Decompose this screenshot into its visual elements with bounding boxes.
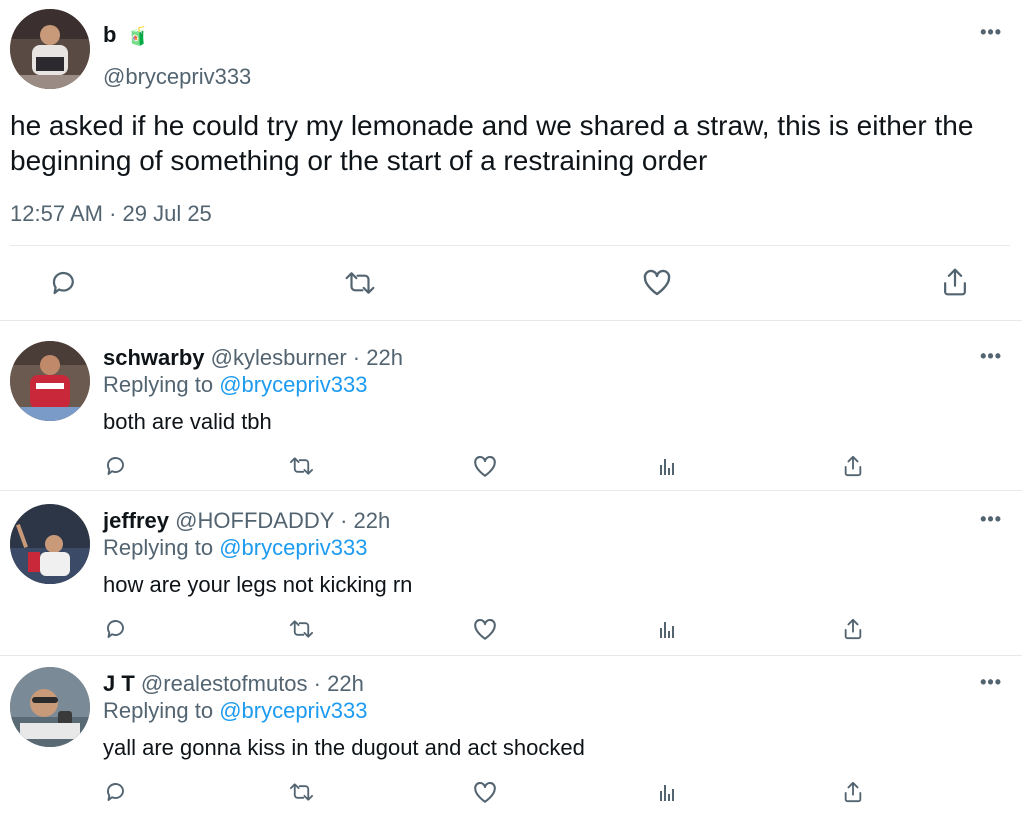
retweet-icon	[289, 783, 313, 801]
views-icon	[660, 622, 674, 638]
share-button[interactable]	[839, 451, 867, 481]
share-icon	[844, 618, 862, 640]
replying-to-link[interactable]: @brycepriv333	[219, 372, 367, 397]
retweet-icon	[345, 272, 375, 294]
user-handle[interactable]: @kylesburner	[211, 345, 347, 370]
user-handle[interactable]: @HOFFDADDY	[175, 508, 334, 533]
retweet-button[interactable]	[285, 452, 317, 480]
timestamp[interactable]: 12:57 AM · 29 Jul 25	[10, 201, 212, 227]
reply-button[interactable]	[102, 615, 130, 643]
views-button[interactable]	[655, 453, 681, 479]
reply-tweet[interactable]: jeffrey @HOFFDADDY · 22h ••• Replying to…	[0, 491, 1022, 656]
display-name[interactable]: schwarby	[103, 345, 205, 370]
like-button[interactable]	[470, 615, 500, 643]
reply-text: how are your legs not kicking rn	[103, 572, 413, 597]
views-icon	[660, 785, 674, 801]
main-tweet: b 🧃 @brycepriv333 ••• he asked if he cou…	[0, 0, 1022, 322]
tweet-text: he asked if he could try my lemonade and…	[10, 110, 974, 176]
avatar[interactable]	[10, 9, 90, 89]
like-button[interactable]	[638, 265, 676, 299]
avatar[interactable]	[10, 341, 90, 421]
replying-to-link[interactable]: @brycepriv333	[219, 535, 367, 560]
replying-to: Replying to @brycepriv333	[103, 698, 368, 723]
more-options-icon[interactable]: •••	[980, 346, 1002, 367]
reply-icon	[107, 620, 124, 638]
display-name[interactable]: jeffrey	[103, 508, 169, 533]
display-name[interactable]: b 🧃	[103, 22, 149, 48]
reply-text: yall are gonna kiss in the dugout and ac…	[103, 735, 585, 760]
reply-button[interactable]	[102, 778, 130, 806]
like-button[interactable]	[470, 452, 500, 480]
reply-text: both are valid tbh	[103, 409, 272, 434]
reply-header: J T @realestofmutos · 22h	[103, 671, 364, 697]
reply-time: · 22h	[307, 671, 364, 696]
row-divider	[0, 320, 1022, 321]
reply-time: · 22h	[346, 345, 403, 370]
reply-tweet[interactable]: J T @realestofmutos · 22h ••• Replying t…	[0, 656, 1022, 820]
replying-to: Replying to @brycepriv333	[103, 535, 368, 560]
reply-header: jeffrey @HOFFDADDY · 22h	[103, 508, 390, 534]
views-button[interactable]	[655, 779, 681, 805]
reply-icon	[107, 457, 124, 475]
reply-button[interactable]	[46, 266, 82, 300]
share-button[interactable]	[936, 264, 974, 300]
user-handle[interactable]: @brycepriv333	[103, 64, 251, 90]
retweet-icon	[289, 620, 313, 638]
replying-to-link[interactable]: @brycepriv333	[219, 698, 367, 723]
like-button[interactable]	[470, 778, 500, 806]
reply-icon	[107, 783, 124, 801]
like-icon	[474, 455, 496, 477]
reply-tweet[interactable]: schwarby @kylesburner · 22h ••• Replying…	[0, 322, 1022, 491]
more-options-icon[interactable]: •••	[980, 672, 1002, 693]
retweet-button[interactable]	[285, 615, 317, 643]
share-icon	[844, 455, 862, 477]
reply-icon	[52, 271, 74, 295]
juice-box-icon: 🧃	[126, 26, 149, 46]
views-button[interactable]	[655, 616, 681, 642]
share-button[interactable]	[839, 777, 867, 807]
like-icon	[643, 269, 671, 296]
replying-to: Replying to @brycepriv333	[103, 372, 368, 397]
share-button[interactable]	[839, 614, 867, 644]
avatar[interactable]	[10, 667, 90, 747]
reply-button[interactable]	[102, 452, 130, 480]
like-icon	[474, 781, 496, 803]
display-name[interactable]: J T	[103, 671, 135, 696]
views-icon	[660, 459, 674, 475]
share-icon	[844, 781, 862, 803]
retweet-icon	[289, 457, 313, 475]
user-handle[interactable]: @realestofmutos	[141, 671, 308, 696]
reply-time: · 22h	[334, 508, 391, 533]
retweet-button[interactable]	[340, 266, 380, 300]
retweet-button[interactable]	[285, 778, 317, 806]
share-icon	[944, 268, 966, 296]
like-icon	[474, 618, 496, 640]
divider	[10, 245, 1010, 246]
more-options-icon[interactable]: •••	[980, 509, 1002, 530]
reply-header: schwarby @kylesburner · 22h	[103, 345, 403, 371]
more-options-icon[interactable]: •••	[980, 22, 1002, 43]
avatar[interactable]	[10, 504, 90, 584]
